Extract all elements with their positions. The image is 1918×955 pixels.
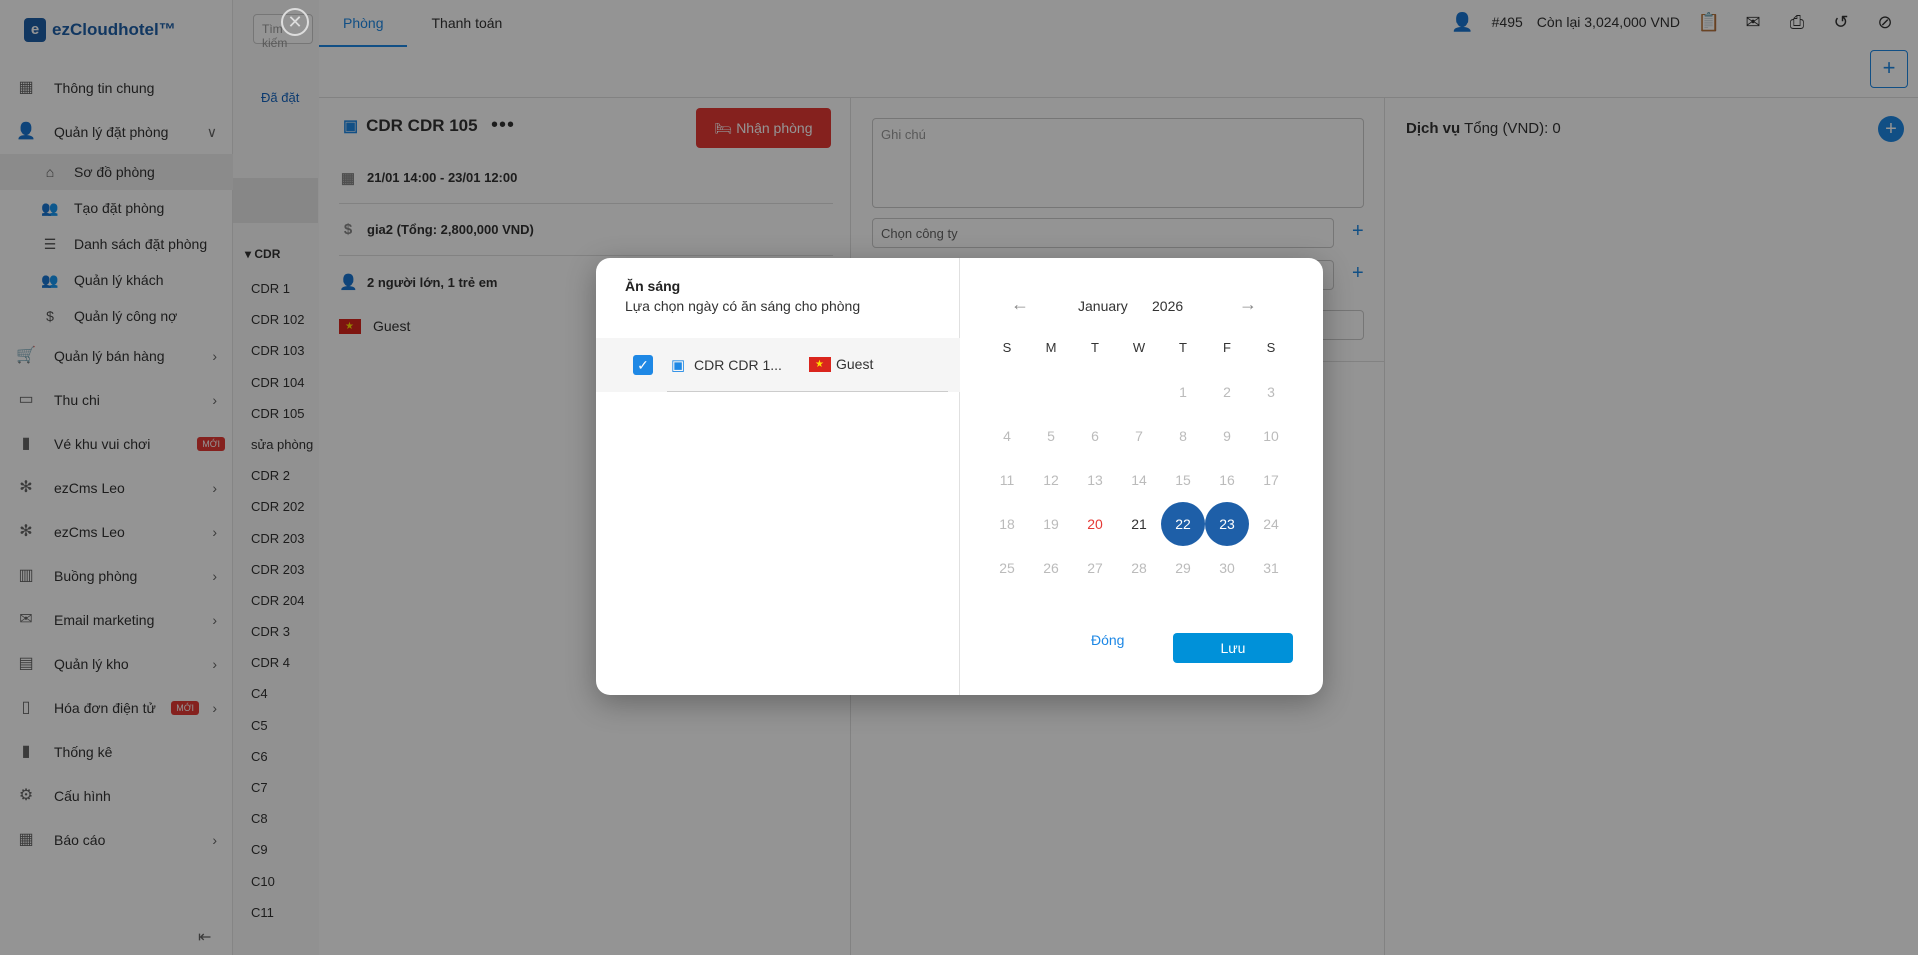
- calendar-day[interactable]: 27: [1073, 546, 1117, 590]
- dialog-title: Ăn sáng: [625, 278, 681, 294]
- calendar-day[interactable]: 17: [1249, 458, 1293, 502]
- calendar-day[interactable]: 5: [1029, 414, 1073, 458]
- calendar-week: 4 5 6 7 8 9 10: [985, 414, 1293, 458]
- room-checkbox[interactable]: ✓: [633, 355, 653, 375]
- calendar-day[interactable]: 4: [985, 414, 1029, 458]
- calendar-day[interactable]: 11: [985, 458, 1029, 502]
- room-row[interactable]: ✓ ▣ CDR CDR 1... Guest: [596, 338, 960, 392]
- calendar-day[interactable]: 28: [1117, 546, 1161, 590]
- guest: Guest: [809, 356, 873, 372]
- calendar-week: 123: [985, 370, 1293, 414]
- calendar-day[interactable]: 9: [1205, 414, 1249, 458]
- room-name: CDR CDR 1...: [694, 357, 782, 373]
- vietnam-flag-icon: [809, 356, 831, 372]
- guest-name: Guest: [836, 356, 874, 372]
- weekday-label: F: [1223, 340, 1231, 355]
- weekday-label: T: [1091, 340, 1099, 355]
- calendar-icon: ▣: [671, 357, 686, 374]
- weekday-header: SMTWTFS: [985, 326, 1293, 370]
- weekday-label: M: [1045, 340, 1057, 355]
- calendar-day: [1029, 370, 1073, 414]
- calendar-day[interactable]: 30: [1205, 546, 1249, 590]
- calendar-day[interactable]: 18: [985, 502, 1029, 546]
- weekday-label: T: [1179, 340, 1187, 355]
- weekday-label: S: [1266, 340, 1276, 355]
- calendar-day[interactable]: 8: [1161, 414, 1205, 458]
- calendar-day[interactable]: 21: [1117, 502, 1161, 546]
- calendar-day[interactable]: 14: [1117, 458, 1161, 502]
- weekday-label: S: [1002, 340, 1012, 355]
- calendar-day[interactable]: 1: [1161, 370, 1205, 414]
- calendar-day[interactable]: 13: [1073, 458, 1117, 502]
- calendar-panel: ← January 2026 → S M T W T F S 1 2 3 4 5 6 7 8 9 10 11 12 1…: [961, 258, 1323, 695]
- save-button[interactable]: Lưu: [1173, 633, 1293, 663]
- calendar-day[interactable]: 12: [1029, 458, 1073, 502]
- calendar-day[interactable]: 20: [1073, 502, 1117, 546]
- calendar-day[interactable]: 3: [1249, 370, 1293, 414]
- calendar-day[interactable]: 15: [1161, 458, 1205, 502]
- calendar-year[interactable]: 2026: [1152, 298, 1183, 314]
- calendar-day: [1073, 370, 1117, 414]
- close-drawer-button[interactable]: ✕: [281, 8, 309, 36]
- calendar-day[interactable]: 29: [1161, 546, 1205, 590]
- breakfast-dialog: Ăn sáng Lựa chọn ngày có ăn sáng cho phò…: [596, 258, 1323, 695]
- close-button[interactable]: Đóng: [1091, 632, 1124, 648]
- calendar-day[interactable]: 23: [1205, 502, 1249, 546]
- calendar-month[interactable]: January: [1078, 298, 1128, 314]
- calendar-day[interactable]: 6: [1073, 414, 1117, 458]
- divider: [667, 391, 948, 392]
- next-month-icon[interactable]: →: [1239, 294, 1257, 315]
- calendar-day[interactable]: 25: [985, 546, 1029, 590]
- calendar-day[interactable]: 16: [1205, 458, 1249, 502]
- room-selection-panel: Ăn sáng Lựa chọn ngày có ăn sáng cho phò…: [596, 258, 960, 695]
- selected-day: 23: [1205, 502, 1249, 546]
- calendar-day[interactable]: 7: [1117, 414, 1161, 458]
- calendar-day[interactable]: 31: [1249, 546, 1293, 590]
- calendar-day[interactable]: 26: [1029, 546, 1073, 590]
- selected-day: 22: [1161, 502, 1205, 546]
- calendar-day[interactable]: 19: [1029, 502, 1073, 546]
- prev-month-icon[interactable]: ←: [1011, 294, 1029, 315]
- calendar-day[interactable]: 10: [1249, 414, 1293, 458]
- calendar-day[interactable]: 24: [1249, 502, 1293, 546]
- calendar-day: [985, 370, 1029, 414]
- calendar-week: 25 26 27 28 29 30 31: [985, 546, 1293, 590]
- calendar-week: 11 12 13 14 15 16 17: [985, 458, 1293, 502]
- calendar-day[interactable]: 2: [1205, 370, 1249, 414]
- dialog-subtitle: Lựa chọn ngày có ăn sáng cho phòng: [625, 298, 861, 314]
- calendar-grid: S M T W T F S 1 2 3 4 5 6 7 8 9 10 11 12 13 14 15 16 17 18 19 20 21…: [985, 326, 1293, 590]
- weekday-label: W: [1132, 340, 1146, 355]
- calendar-day: [1117, 370, 1161, 414]
- calendar-day[interactable]: 22: [1161, 502, 1205, 546]
- calendar-week: 18 19 20 21 22 23 24: [985, 502, 1293, 546]
